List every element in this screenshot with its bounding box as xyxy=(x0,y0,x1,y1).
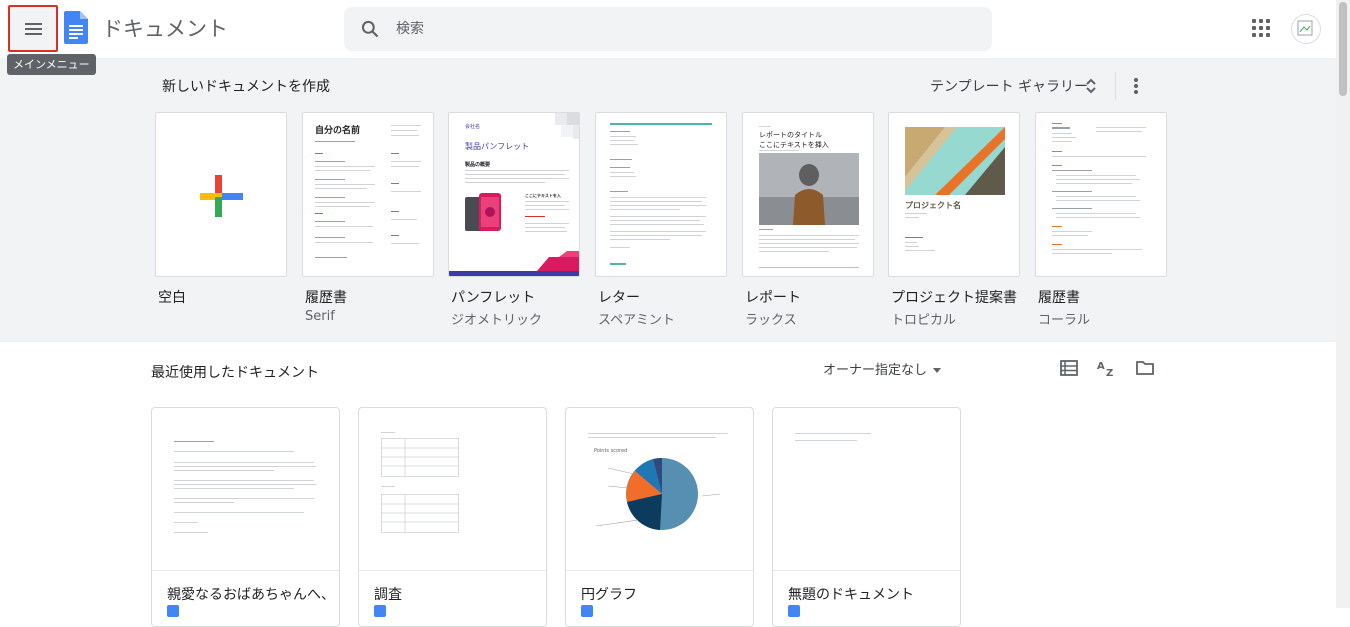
template-thumbnail[interactable]: レポートのタイトル ここにテキストを挿入 xyxy=(742,112,874,277)
recent-doc-card[interactable]: 無題のドキュメント xyxy=(772,407,961,627)
preview-subheading: ここにテキストを入 xyxy=(525,193,561,198)
list-view-icon[interactable] xyxy=(1059,358,1079,378)
recent-doc-card[interactable]: 調査 xyxy=(358,407,547,627)
template-thumbnail[interactable]: プロジェクト名 xyxy=(888,112,1020,277)
plus-icon xyxy=(200,175,243,217)
doc-preview[interactable]: Points scored xyxy=(566,408,753,571)
preview-title: 製品パンフレット xyxy=(465,142,530,151)
template-name: 履歴書 xyxy=(1038,290,1080,306)
divider xyxy=(1115,72,1116,100)
template-subname: ジオメトリック xyxy=(451,313,543,328)
template-section: 新しいドキュメントを作成 テンプレート ギャラリー 空白 自分の名前 履歴書 S… xyxy=(0,58,1336,342)
docs-file-icon xyxy=(374,605,386,617)
table-preview xyxy=(381,494,459,533)
template-name: パンフレット xyxy=(451,290,536,306)
preview-heading: 製品の概要 xyxy=(465,162,491,168)
doc-title[interactable]: 親愛なるおばあちゃんへ、 xyxy=(167,584,335,604)
unfold-icon[interactable] xyxy=(1084,76,1098,96)
main-menu-tooltip: メインメニュー xyxy=(7,54,96,75)
template-name: レター xyxy=(598,290,640,306)
template-thumbnail[interactable]: 会社名 製品パンフレット 製品の概要 ここにテキストを入 xyxy=(448,112,580,277)
template-thumbnail[interactable] xyxy=(155,112,287,277)
search-icon[interactable] xyxy=(360,19,380,39)
caret-down-icon xyxy=(933,368,942,373)
phone-image xyxy=(465,193,501,231)
template-letter-spearmint[interactable]: レター スペアミント xyxy=(595,112,727,328)
doc-preview[interactable] xyxy=(152,408,339,571)
template-thumbnail[interactable] xyxy=(595,112,727,277)
google-apps-icon[interactable] xyxy=(1252,19,1272,39)
template-name: 履歴書 xyxy=(305,290,347,306)
recent-doc-card[interactable]: Points scored 円グラフ xyxy=(565,407,754,627)
account-avatar[interactable] xyxy=(1291,14,1321,44)
template-thumbnail[interactable]: 自分の名前 xyxy=(302,112,434,277)
recent-docs-heading: 最近使用したドキュメント xyxy=(151,365,319,381)
template-subname: コーラル xyxy=(1038,313,1091,328)
preview-title: 自分の名前 xyxy=(315,126,361,136)
docs-file-icon xyxy=(788,605,800,617)
sort-az-icon[interactable]: A Z xyxy=(1096,358,1118,378)
svg-text:Z: Z xyxy=(1106,368,1113,378)
template-resume-serif[interactable]: 自分の名前 履歴書 Serif xyxy=(302,112,434,324)
docs-file-icon xyxy=(167,605,179,617)
broken-image-icon xyxy=(1297,20,1313,36)
template-subname: スペアミント xyxy=(598,313,675,328)
scrollbar-thumb[interactable] xyxy=(1339,2,1347,96)
owner-filter-label: オーナー指定なし xyxy=(823,363,928,378)
template-brochure-geometric[interactable]: 会社名 製品パンフレット 製品の概要 ここにテキストを入 パンフレット ジオメト… xyxy=(448,112,580,328)
app-title[interactable]: ドキュメント xyxy=(102,13,228,43)
top-bar: メインメニュー ドキュメント xyxy=(0,0,1336,75)
template-blank[interactable]: 空白 xyxy=(155,112,287,309)
template-subname: ラックス xyxy=(745,313,797,328)
template-gallery-button[interactable]: テンプレート ギャラリー xyxy=(930,76,1088,96)
tropic-graphic xyxy=(905,127,1005,195)
doc-title[interactable]: 無題のドキュメント xyxy=(788,584,914,604)
template-report-luxe[interactable]: レポートのタイトル ここにテキストを挿入 レポート ラックス xyxy=(742,112,874,328)
preview-company: 会社名 xyxy=(465,124,481,130)
template-name: 空白 xyxy=(158,290,186,306)
report-photo-image xyxy=(759,153,859,225)
page-scrollbar[interactable] xyxy=(1336,0,1350,608)
geometric-pattern-icon xyxy=(555,113,579,139)
hamburger-icon xyxy=(24,22,42,35)
svg-text:A: A xyxy=(1097,361,1105,372)
doc-title[interactable]: 円グラフ xyxy=(581,584,637,604)
preview-title: プロジェクト名 xyxy=(905,201,961,210)
owner-filter-dropdown[interactable]: オーナー指定なし xyxy=(823,359,942,378)
template-name: レポート xyxy=(745,290,801,306)
template-subname: トロピカル xyxy=(891,313,957,328)
doc-preview[interactable] xyxy=(773,408,960,571)
preview-subtitle: ここにテキストを挿入 xyxy=(759,141,829,149)
recent-doc-card[interactable]: 親愛なるおばあちゃんへ、 xyxy=(151,407,340,627)
folder-icon[interactable] xyxy=(1135,358,1155,378)
table-preview xyxy=(381,438,459,477)
template-section-heading: 新しいドキュメントを作成 xyxy=(162,79,330,95)
chart-title: Points scored xyxy=(594,448,628,454)
template-thumbnail[interactable] xyxy=(1035,112,1167,277)
template-resume-coral[interactable]: 履歴書 コーラル xyxy=(1035,112,1167,328)
brochure-footer-graphic xyxy=(449,251,579,276)
pie-chart-preview xyxy=(595,457,721,530)
more-options-icon[interactable] xyxy=(1128,76,1144,96)
doc-title[interactable]: 調査 xyxy=(374,584,402,604)
doc-preview[interactable] xyxy=(359,408,546,571)
search-input[interactable] xyxy=(396,17,956,41)
template-name: プロジェクト提案書 xyxy=(891,290,1017,306)
template-subname: Serif xyxy=(305,309,335,324)
template-project-proposal-tropic[interactable]: プロジェクト名 プロジェクト提案書 トロピカル xyxy=(888,112,1020,328)
search-bar[interactable] xyxy=(344,7,992,51)
main-menu-button[interactable] xyxy=(8,5,58,52)
docs-file-icon xyxy=(581,605,593,617)
preview-title: レポートのタイトル xyxy=(759,131,822,139)
docs-logo-icon[interactable] xyxy=(64,11,88,44)
